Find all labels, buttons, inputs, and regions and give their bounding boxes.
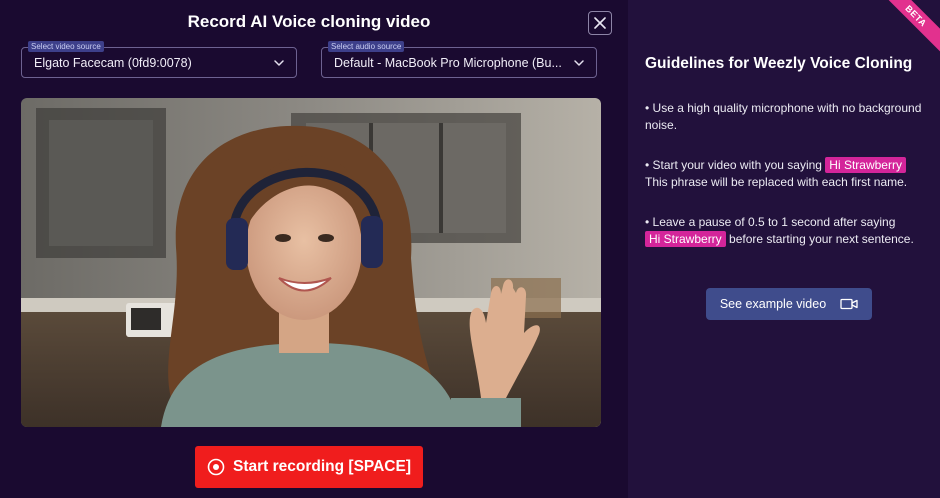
close-button[interactable]	[588, 11, 612, 35]
guideline-item-greeting: • Start your video with you saying Hi St…	[645, 157, 935, 191]
webcam-preview	[21, 98, 601, 427]
see-example-video-button[interactable]: See example video	[706, 288, 872, 320]
guideline-text: This phrase will be replaced with each f…	[645, 175, 908, 189]
chevron-down-icon	[574, 59, 584, 66]
video-source-select[interactable]: Select video source Elgato Facecam (0fd9…	[21, 41, 297, 78]
webcam-frame-image	[21, 98, 601, 427]
record-icon	[207, 458, 225, 476]
guideline-text: before starting your next sentence.	[729, 232, 914, 246]
chevron-down-icon	[274, 59, 284, 66]
guideline-text: • Leave a pause of 0.5 to 1 second after…	[645, 215, 896, 229]
recording-panel: Record AI Voice cloning video Select vid…	[0, 0, 628, 498]
guideline-item-pause: • Leave a pause of 0.5 to 1 second after…	[645, 214, 935, 248]
video-source-label: Select video source	[28, 41, 104, 52]
audio-source-label: Select audio source	[328, 41, 405, 52]
audio-source-select[interactable]: Select audio source Default - MacBook Pr…	[321, 41, 597, 78]
beta-badge: BETA	[874, 0, 940, 58]
dialog-title: Record AI Voice cloning video	[187, 12, 431, 31]
start-recording-label: Start recording [SPACE]	[233, 458, 411, 475]
guidelines-title: Guidelines for Weezly Voice Cloning	[645, 55, 913, 72]
see-example-video-label: See example video	[719, 297, 827, 311]
guideline-text: • Start your video with you saying	[645, 158, 822, 172]
start-recording-button[interactable]: Start recording [SPACE]	[195, 446, 423, 488]
guideline-item-microphone: • Use a high quality microphone with no …	[645, 101, 922, 132]
video-source-value: Elgato Facecam (0fd9:0078)	[34, 55, 192, 70]
close-icon	[594, 17, 606, 29]
guidelines-panel: BETA Guidelines for Weezly Voice Cloning…	[628, 0, 940, 498]
audio-source-value: Default - MacBook Pro Microphone (Bu...	[334, 55, 562, 70]
highlight-phrase: Hi Strawberry	[645, 231, 726, 247]
video-camera-icon	[840, 298, 858, 310]
highlight-phrase: Hi Strawberry	[825, 157, 906, 173]
